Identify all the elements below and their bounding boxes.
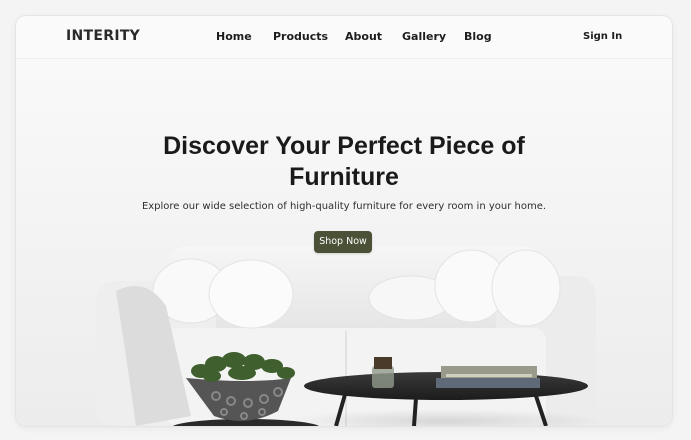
brand-logo[interactable]: INTERITY xyxy=(66,28,140,44)
hero-title-line-2: Furniture xyxy=(289,163,399,191)
nav-gallery-link[interactable]: Gallery xyxy=(402,30,446,43)
sign-in-link[interactable]: Sign In xyxy=(583,31,622,42)
hero-subtitle: Explore our wide selection of high-quali… xyxy=(141,201,547,212)
hero-title-line-1: Discover Your Perfect Piece of xyxy=(163,132,525,160)
candle-jar xyxy=(372,366,394,388)
top-navbar: INTERITY Home Products About Gallery Blo… xyxy=(16,16,672,59)
pillow xyxy=(208,259,294,329)
pillow xyxy=(491,249,561,327)
hero-title: Discover Your Perfect Piece of Furniture xyxy=(16,131,672,193)
nav-blog-link[interactable]: Blog xyxy=(464,30,492,43)
shop-now-button[interactable]: Shop Now xyxy=(314,231,372,253)
book xyxy=(436,378,540,388)
nav-home-link[interactable]: Home xyxy=(216,30,252,43)
nav-about-link[interactable]: About xyxy=(345,30,382,43)
nav-products-link[interactable]: Products xyxy=(273,30,328,43)
page-frame: INTERITY Home Products About Gallery Blo… xyxy=(16,16,672,426)
